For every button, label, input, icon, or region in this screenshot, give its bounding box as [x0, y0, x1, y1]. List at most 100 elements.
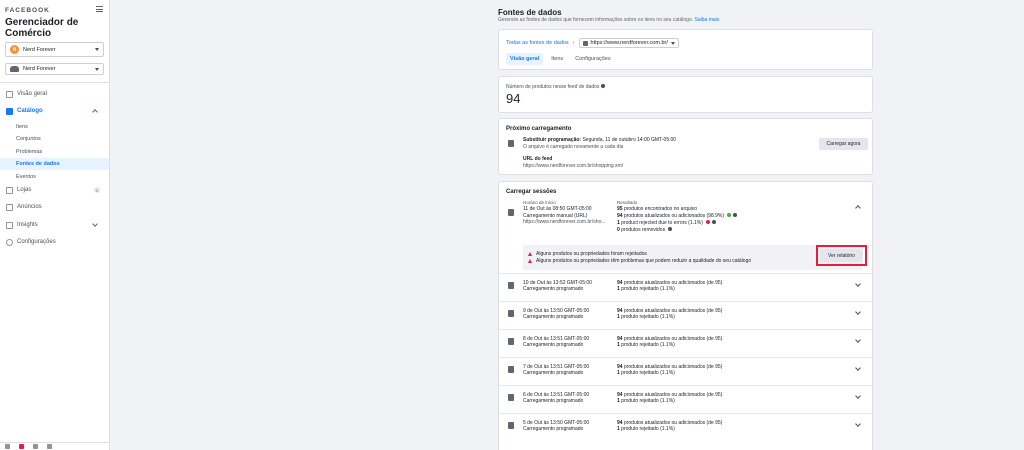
tab-settings[interactable]: Configurações	[571, 53, 614, 65]
warning-icon	[528, 259, 532, 263]
result-found-num: 95	[617, 206, 623, 212]
nav-stores[interactable]: Lojas 1	[0, 184, 109, 196]
upload-now-button[interactable]: Carregar agora	[819, 138, 868, 150]
breadcrumb-root-link[interactable]: Todas as fontes de dados	[506, 40, 569, 46]
session-rejected: 1 produto rejeitado (1.1%)	[617, 314, 675, 320]
data-source-card: Todas as fontes de dados › https://www.n…	[498, 29, 873, 70]
menu-icon[interactable]	[96, 6, 103, 12]
session-rejected: 1 produto rejeitado (1.1%)	[617, 398, 675, 404]
nav-insights[interactable]: Insights	[0, 219, 109, 231]
feed-selector[interactable]: https://www.nerdforever.com.br/	[578, 38, 679, 48]
result-updated-text: produtos atualizados ou adicionados (98.…	[623, 213, 725, 219]
collapse-chevron-icon[interactable]	[855, 205, 861, 211]
info-icon[interactable]	[733, 213, 738, 217]
result-found: 95 produtos encontrados no arquivo	[617, 206, 697, 212]
session-rejected-text: produto rejeitado (1.1%)	[621, 370, 675, 376]
divider	[499, 329, 872, 330]
nav-settings-label: Configurações	[17, 239, 56, 245]
tab-items[interactable]: Itens	[547, 53, 567, 65]
session-type: Carregamento programado	[523, 370, 584, 376]
sidebar-footer	[0, 442, 110, 450]
schedule-line: Substituir programação: Segunda, 11 de o…	[523, 137, 676, 143]
account-name: Nerd Forever	[23, 46, 56, 53]
catalog-selector[interactable]: Nerd Forever	[5, 63, 104, 75]
expand-chevron-icon[interactable]	[855, 421, 861, 427]
account-selector[interactable]: N Nerd Forever	[5, 42, 104, 57]
chevron-down-icon	[95, 67, 99, 71]
divider	[499, 385, 872, 386]
chevron-down-icon	[670, 41, 675, 45]
breadcrumb: Todas as fontes de dados › https://www.n…	[506, 38, 679, 48]
file-icon	[508, 338, 514, 345]
nav-overview[interactable]: Visão geral	[0, 88, 109, 100]
result-removed-text: produtos removidos	[621, 227, 666, 233]
session-rejected-num: 1	[617, 398, 620, 404]
products-count-card: Número de produtos nesse feed de dados 9…	[498, 76, 873, 113]
file-icon	[508, 310, 514, 317]
settings-icon[interactable]	[47, 444, 52, 449]
warning-rejected: Alguns produtos ou propriedades foram re…	[536, 251, 647, 257]
session-rejected-text: produto rejeitado (1.1%)	[621, 342, 675, 348]
products-count-value: 94	[506, 91, 521, 106]
expand-chevron-icon[interactable]	[855, 309, 861, 315]
session-rejected: 1 produto rejeitado (1.1%)	[617, 370, 675, 376]
expand-chevron-icon[interactable]	[855, 365, 861, 371]
megaphone-icon	[6, 203, 13, 211]
gear-icon	[6, 238, 13, 246]
result-removed: 0 produtos removidos	[617, 227, 673, 233]
chevron-down-icon	[92, 221, 98, 227]
result-rejected: 1 product rejected due to errors (1.1%)	[617, 220, 717, 226]
expand-chevron-icon[interactable]	[855, 337, 861, 343]
expand-chevron-icon[interactable]	[855, 393, 861, 399]
session-rejected-text: produto rejeitado (1.1%)	[621, 286, 675, 292]
page-title: Fontes de dados	[498, 8, 562, 17]
file-icon	[508, 282, 514, 289]
grid-icon	[6, 107, 13, 115]
session-rejected: 1 produto rejeitado (1.1%)	[617, 286, 675, 292]
notification-icon[interactable]	[19, 444, 24, 449]
file-icon	[508, 366, 514, 373]
stores-count-badge: 1	[94, 187, 100, 193]
tab-overview[interactable]: Visão geral	[506, 53, 544, 65]
upload-url[interactable]: https://www.nerdforever.com.br/sho...	[523, 219, 606, 225]
session-rejected-num: 1	[617, 314, 620, 320]
nav-sub-items[interactable]: Itens	[0, 121, 109, 133]
next-upload-title: Próximo carregamento	[506, 126, 572, 132]
schedule-value: Segunda, 11 de outubro 14:00 GMT-05:00	[582, 137, 677, 143]
nav-catalog[interactable]: Catálogo	[0, 105, 109, 117]
nav-sub-data-sources[interactable]: Fontes de dados	[0, 158, 109, 170]
info-icon[interactable]	[601, 84, 606, 88]
nav-sub-sets[interactable]: Conjuntos	[0, 133, 109, 145]
schedule-label: Substituir programação:	[523, 137, 582, 143]
feed-url-value[interactable]: https://www.nerdforever.com.br/shopping.…	[523, 163, 623, 169]
session-rejected-num: 1	[617, 342, 620, 348]
success-icon	[727, 213, 732, 217]
result-updated: 94 produtos atualizados ou adicionados (…	[617, 213, 738, 219]
expand-chevron-icon[interactable]	[855, 281, 861, 287]
help-icon[interactable]	[5, 444, 10, 449]
file-icon	[508, 394, 514, 401]
session-rejected-text: produto rejeitado (1.1%)	[621, 398, 675, 404]
search-icon[interactable]	[33, 444, 38, 449]
feed-url-label: URL do feed	[523, 156, 553, 162]
session-rejected: 1 produto rejeitado (1.1%)	[617, 342, 675, 348]
result-rejected-num: 1	[617, 220, 620, 226]
feed-icon	[582, 40, 588, 46]
nav-sub-issues[interactable]: Problemas	[0, 146, 109, 158]
learn-more-link[interactable]: Saiba mais	[695, 17, 720, 23]
warning-quality: Alguns produtos ou propriedades têm prob…	[536, 258, 752, 264]
info-icon[interactable]	[668, 227, 673, 231]
nav-sub-events[interactable]: Eventos	[0, 171, 109, 183]
error-icon	[706, 220, 711, 224]
nav-insights-label: Insights	[17, 222, 38, 228]
avatar: N	[10, 45, 19, 54]
nav-ads[interactable]: Anúncios	[0, 201, 109, 213]
warning-icon	[528, 252, 532, 256]
file-icon	[508, 209, 514, 216]
nav-settings[interactable]: Configurações	[0, 236, 109, 248]
session-type: Carregamento programado	[523, 426, 584, 432]
session-rejected-num: 1	[617, 426, 620, 432]
nav-stores-label: Lojas	[17, 187, 32, 193]
divider	[499, 273, 872, 274]
info-icon[interactable]	[712, 220, 717, 224]
